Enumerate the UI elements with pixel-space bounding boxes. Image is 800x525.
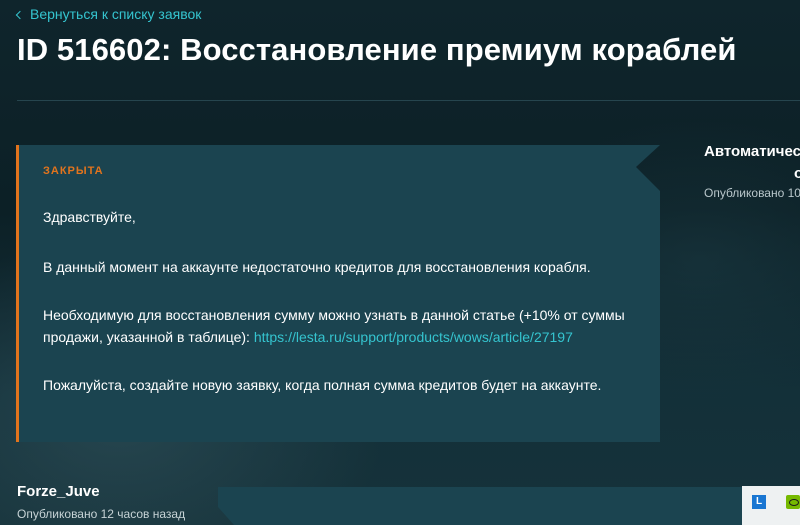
message-paragraph-1: В данный момент на аккаунте недостаточно… — [43, 259, 591, 275]
status-badge: ЗАКРЫТА — [43, 165, 104, 177]
comment-published-time: Опубликовано 12 часов назад — [17, 507, 186, 521]
message-paragraph-2-line-2: продажи, указанной в таблице): — [43, 329, 254, 345]
reply-author-name: Автоматичес отв — [704, 141, 800, 185]
message-greeting: Здравствуйте, — [43, 209, 136, 225]
reply-author-name-line-2: отв — [794, 165, 800, 182]
back-to-tickets-link[interactable]: Вернуться к списку заявок — [15, 6, 202, 22]
nvidia-icon[interactable] — [786, 495, 800, 509]
article-link[interactable]: https://lesta.ru/support/products/wows/a… — [254, 329, 573, 345]
message-paragraph-2: Необходимую для восстановления сумму мож… — [43, 304, 625, 348]
message-paragraph-3: Пожалуйста, создайте новую заявку, когда… — [43, 377, 602, 393]
user-message-card — [218, 487, 800, 525]
comment-author-name: Forze_Juve — [17, 483, 100, 500]
message-paragraph-2-line-1: Необходимую для восстановления сумму мож… — [43, 307, 625, 323]
lang-indicator-icon[interactable]: L — [752, 495, 766, 509]
back-link-label: Вернуться к списку заявок — [30, 6, 202, 22]
page-title: ID 516602: Восстановление премиум корабл… — [17, 32, 737, 67]
reply-author-name-line-1: Автоматичес — [704, 143, 800, 160]
chevron-left-icon — [15, 10, 25, 19]
support-message-card: ЗАКРЫТА Здравствуйте, В данный момент на… — [16, 145, 660, 442]
header-divider — [17, 100, 800, 101]
reply-published-time: Опубликовано 10 — [704, 186, 800, 200]
